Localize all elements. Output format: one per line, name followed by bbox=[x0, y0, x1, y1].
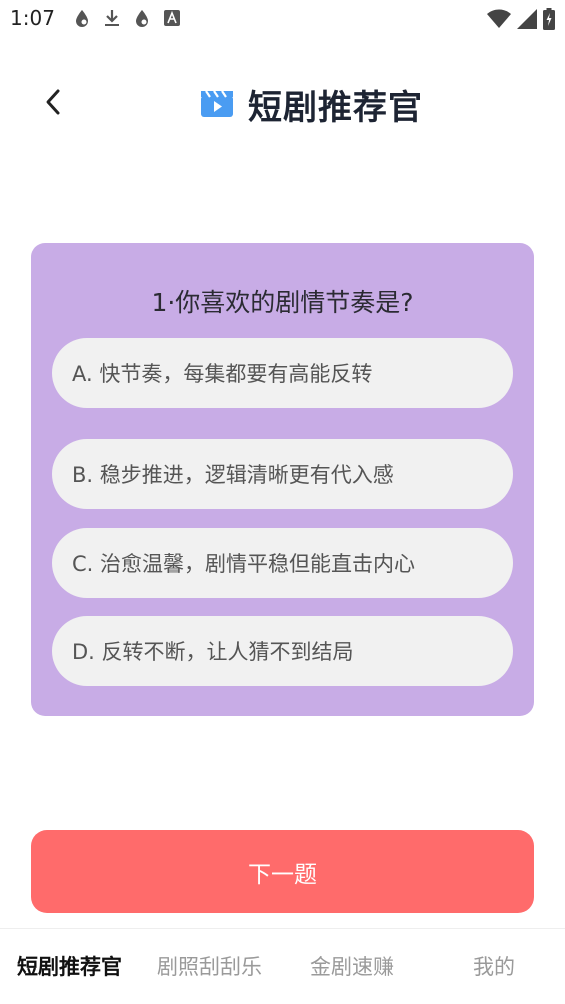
option-d[interactable]: D. 反转不断，让人猜不到结局 bbox=[52, 616, 513, 686]
chevron-left-icon bbox=[46, 89, 60, 115]
header: 短剧推荐官 bbox=[0, 70, 565, 140]
wifi-icon bbox=[487, 9, 511, 29]
nav-item-scratch-card[interactable]: 剧照刮刮乐 bbox=[157, 951, 262, 981]
option-c[interactable]: C. 治愈温馨，剧情平稳但能直击内心 bbox=[52, 528, 513, 598]
option-a[interactable]: A. 快节奏，每集都要有高能反转 bbox=[52, 338, 513, 408]
back-button[interactable] bbox=[36, 84, 72, 120]
question-text: 1·你喜欢的剧情节奏是? bbox=[151, 288, 414, 317]
nav-item-me[interactable]: 我的 bbox=[473, 951, 515, 981]
download-icon bbox=[104, 9, 120, 27]
status-system-icons bbox=[487, 8, 555, 30]
status-time: 1:07 bbox=[10, 6, 55, 30]
cell-signal-icon bbox=[517, 9, 537, 29]
app-screen: 1:07 短剧推荐官 1·你喜欢的剧情节奏是? A. 快节奏，每集都要有高能反转… bbox=[0, 0, 565, 1004]
header-title-group: 短剧推荐官 bbox=[200, 80, 423, 129]
status-notification-icons bbox=[74, 9, 180, 27]
drop-icon bbox=[134, 9, 150, 27]
quiz-card: 1·你喜欢的剧情节奏是? A. 快节奏，每集都要有高能反转 B. 稳步推进，逻辑… bbox=[31, 243, 534, 716]
battery-icon bbox=[543, 8, 555, 30]
nav-item-drama-recommender[interactable]: 短剧推荐官 bbox=[17, 951, 122, 981]
clapperboard-icon bbox=[200, 88, 234, 122]
option-b[interactable]: B. 稳步推进，逻辑清晰更有代入感 bbox=[52, 439, 513, 509]
bottom-nav: 短剧推荐官 剧照刮刮乐 金剧速赚 我的 bbox=[0, 928, 565, 1004]
nav-item-quick-earn[interactable]: 金剧速赚 bbox=[310, 951, 394, 981]
next-question-button[interactable]: 下一题 bbox=[31, 830, 534, 913]
text-a-icon bbox=[164, 10, 180, 26]
page-title: 短剧推荐官 bbox=[248, 88, 423, 128]
drop-icon bbox=[74, 9, 90, 27]
status-bar: 1:07 bbox=[0, 0, 565, 40]
